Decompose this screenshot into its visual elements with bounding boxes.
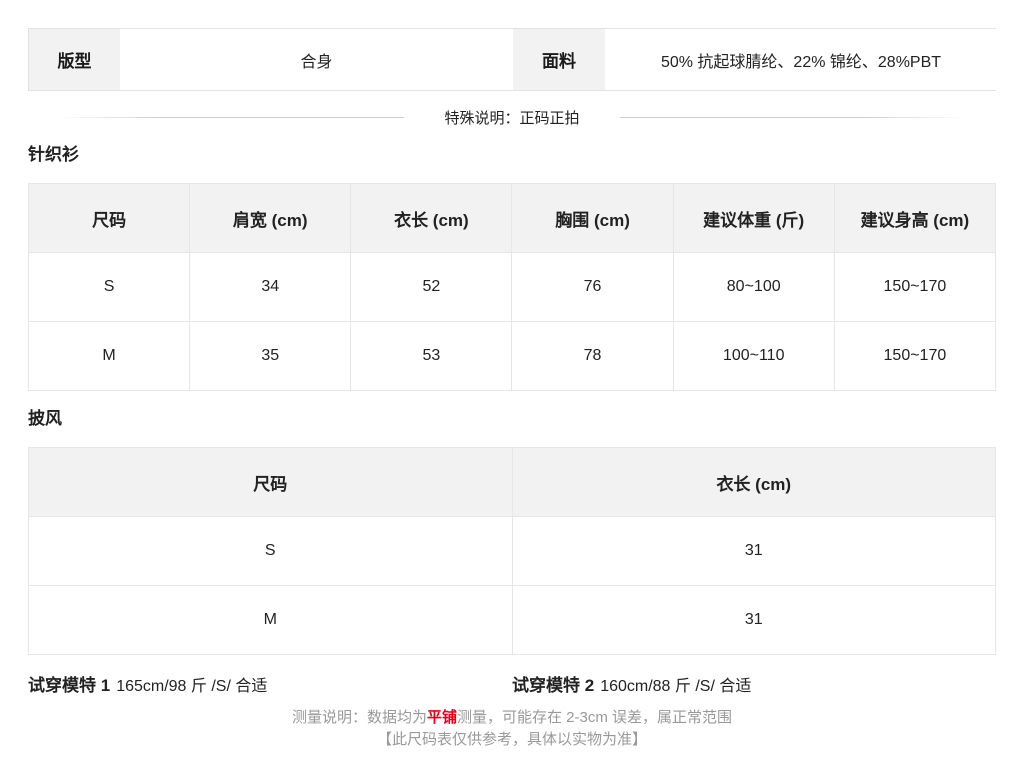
measurement-note-line1: 测量说明：数据均为平铺测量，可能存在 2-3cm 误差，属正常范围 <box>28 707 996 729</box>
table-row: M 35 53 78 100~110 150~170 <box>27 321 997 391</box>
cape-section-title: 披风 <box>28 409 62 428</box>
table-cell: 80~100 <box>672 252 835 322</box>
fabric-value: 50% 抗起球腈纶、22% 锦纶、28%PBT <box>605 29 997 90</box>
table-cell: 31 <box>511 516 996 586</box>
table-cell: 31 <box>511 585 996 655</box>
table-header-row: 尺码 衣长 (cm) <box>28 447 996 517</box>
header-cell: 衣长 (cm) <box>511 447 996 517</box>
special-note: 特殊说明：正码正拍 <box>432 106 592 128</box>
table-cell: 78 <box>511 321 674 391</box>
table-header-row: 尺码 肩宽 (cm) 衣长 (cm) 胸围 (cm) 建议体重 (斤) 建议身高… <box>27 183 997 253</box>
model-1: 试穿模特 1 165cm/98 斤 /S/ 合适 <box>28 671 512 696</box>
header-cell: 肩宽 (cm) <box>189 183 352 253</box>
table-row: S 31 <box>28 516 996 586</box>
table-cell: 53 <box>350 321 513 391</box>
try-on-models: 试穿模特 1 165cm/98 斤 /S/ 合适 试穿模特 2 160cm/88 斤… <box>28 671 996 695</box>
model-value: 160cm/88 斤 /S/ 合适 <box>600 677 752 695</box>
measurement-note-line2: 【此尺码表仅供参考，具体以实物为准】 <box>376 731 647 748</box>
note-highlight: 平铺 <box>426 709 457 726</box>
header-cell: 尺码 <box>28 447 513 517</box>
fit-label: 版型 <box>29 29 120 90</box>
table-cell: S <box>28 516 513 586</box>
header-cell: 建议身高 (cm) <box>833 183 997 253</box>
divider-left <box>56 117 404 118</box>
fabric-label: 面料 <box>513 29 605 90</box>
model-label: 试穿模特 2 <box>512 675 595 695</box>
table-row: M 31 <box>28 585 996 655</box>
special-note-row: 特殊说明：正码正拍 <box>28 91 996 143</box>
measurement-note: 测量说明：数据均为平铺测量，可能存在 2-3cm 误差，属正常范围 【此尺码表仅… <box>28 707 996 751</box>
knit-section-title: 针织衫 <box>28 145 79 164</box>
product-info-table: 版型 合身 面料 50% 抗起球腈纶、22% 锦纶、28%PBT <box>28 28 997 91</box>
model-label: 试穿模特 1 <box>28 675 111 695</box>
table-cell: 100~110 <box>672 321 835 391</box>
header-cell: 建议体重 (斤) <box>672 183 835 253</box>
fit-value: 合身 <box>120 29 513 90</box>
table-cell: S <box>27 252 191 322</box>
knit-size-table: 尺码 肩宽 (cm) 衣长 (cm) 胸围 (cm) 建议体重 (斤) 建议身高… <box>27 183 997 391</box>
table-cell: M <box>27 321 191 391</box>
table-cell: 35 <box>189 321 352 391</box>
header-cell: 胸围 (cm) <box>511 183 674 253</box>
divider-right <box>620 117 968 118</box>
note-suffix: 测量，可能存在 2-3cm 误差，属正常范围 <box>457 709 733 726</box>
table-cell: 52 <box>350 252 513 322</box>
table-cell: 34 <box>189 252 352 322</box>
model-2: 试穿模特 2 160cm/88 斤 /S/ 合适 <box>512 671 996 696</box>
header-cell: 衣长 (cm) <box>350 183 513 253</box>
table-cell: M <box>28 585 513 655</box>
header-cell: 尺码 <box>27 183 191 253</box>
model-value: 165cm/98 斤 /S/ 合适 <box>116 677 268 695</box>
cape-size-table: 尺码 衣长 (cm) S 31 M 31 <box>28 447 996 655</box>
table-row: S 34 52 76 80~100 150~170 <box>27 252 997 322</box>
table-cell: 150~170 <box>833 252 997 322</box>
size-chart-page: 版型 合身 面料 50% 抗起球腈纶、22% 锦纶、28%PBT 特殊说明：正码… <box>27 28 997 751</box>
table-cell: 76 <box>511 252 674 322</box>
note-prefix: 测量说明：数据均为 <box>291 709 427 726</box>
table-cell: 150~170 <box>833 321 997 391</box>
